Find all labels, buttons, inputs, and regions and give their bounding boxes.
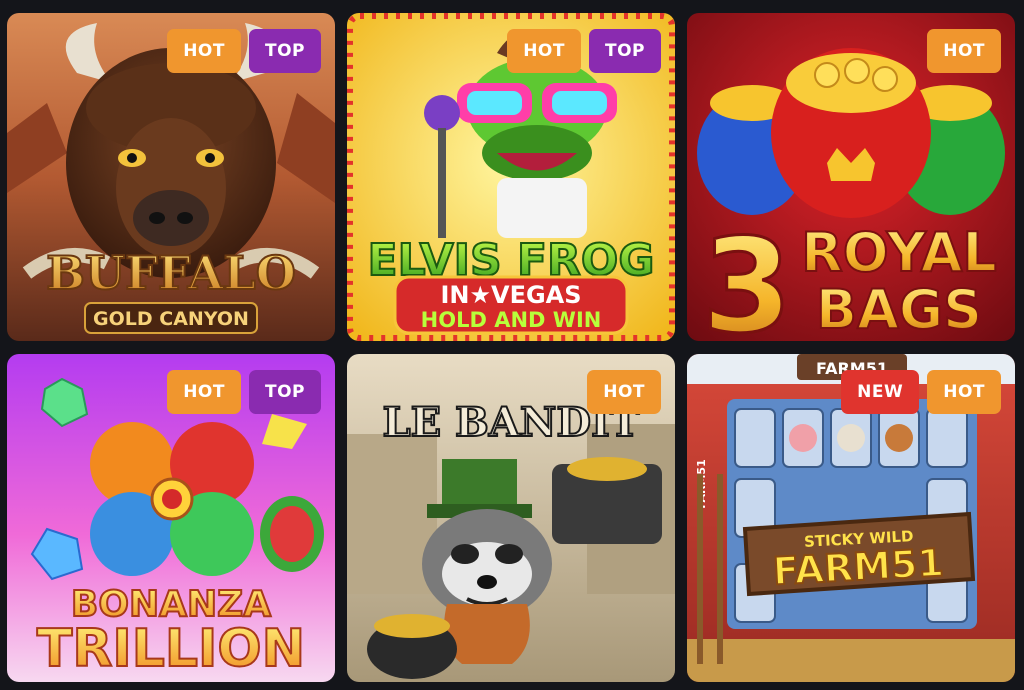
title-line1: ROYAL <box>801 221 997 284</box>
game-tile-buffalo-gold-canyon[interactable]: BUFFALO GOLD CANYON HOT TOP <box>7 13 335 341</box>
game-tile-3-royal-bags[interactable]: 3 ROYAL BAGS HOT <box>687 13 1015 341</box>
badge-group: HOT <box>587 370 661 414</box>
title-line1: BUFFALO <box>46 246 296 300</box>
game-tile-sticky-wild-farm51[interactable]: FARM51 FARM51 STICKY W <box>687 354 1015 682</box>
hot-badge: HOT <box>927 29 1001 73</box>
title-line2: TRILLION <box>37 619 305 679</box>
badge-group: HOT <box>927 29 1001 73</box>
game-tile-elvis-frog[interactable]: ELVIS FROG IN★VEGAS HOLD AND WIN HOT TOP <box>347 13 675 341</box>
hot-badge: HOT <box>927 370 1001 414</box>
game-tile-le-bandit[interactable]: LE BANDIT HOT <box>347 354 675 682</box>
title-line2: BAGS <box>816 278 982 341</box>
badge-group: HOT TOP <box>507 29 661 73</box>
top-badge: TOP <box>248 370 321 414</box>
hot-badge: HOT <box>507 29 581 73</box>
hot-badge: HOT <box>167 29 241 73</box>
game-tile-bonanza-trillion[interactable]: BONANZA TRILLION HOT TOP <box>7 354 335 682</box>
title-number: 3 <box>702 210 792 341</box>
top-badge: TOP <box>248 29 321 73</box>
title-line2: IN★VEGAS <box>440 281 581 309</box>
badge-group: NEW HOT <box>841 370 1001 414</box>
game-grid: BUFFALO GOLD CANYON HOT TOP ELVIS FROG I… <box>7 13 1015 682</box>
title-line3: HOLD AND WIN <box>421 308 602 332</box>
badge-group: HOT TOP <box>167 370 321 414</box>
title-line2: FARM51 <box>772 541 945 594</box>
hot-badge: HOT <box>167 370 241 414</box>
title-line2: GOLD CANYON <box>93 308 249 330</box>
badge-group: HOT TOP <box>167 29 321 73</box>
hot-badge: HOT <box>587 370 661 414</box>
new-badge: NEW <box>841 370 920 414</box>
top-badge: TOP <box>588 29 661 73</box>
